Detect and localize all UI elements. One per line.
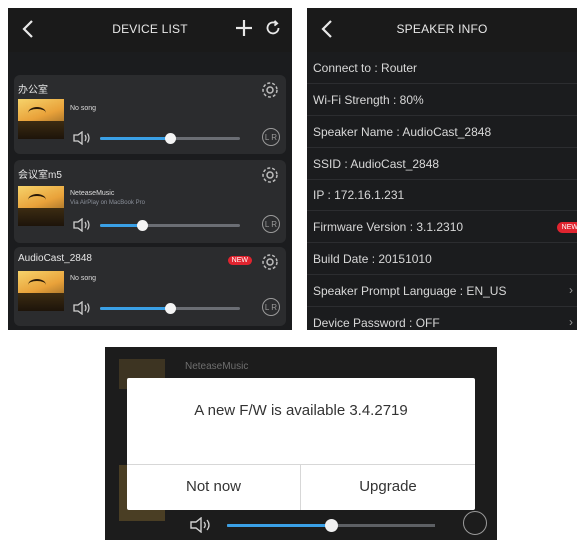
device-name: 办公室 [18,85,48,96]
album-art [18,186,64,226]
firmware-dialog-screen: NeteaseMusic A new F/W is available 3.4.… [105,347,497,540]
not-now-button[interactable]: Not now [127,465,301,510]
background-song-title: NeteaseMusic [185,361,249,372]
gear-icon[interactable] [260,252,280,277]
device-card[interactable]: AudioCast_2848 NEW No song L R [14,247,286,326]
volume-knob[interactable] [325,519,338,532]
info-row-firmware[interactable]: Firmware Version : 3.1.2310 [313,220,463,234]
song-title: No song [70,105,97,112]
speaker-icon[interactable] [72,217,92,237]
refresh-icon[interactable] [264,19,282,42]
song-title: NeteaseMusic [70,190,115,197]
chevron-right-icon[interactable]: › [569,283,573,297]
add-device-icon[interactable] [234,18,254,43]
speaker-info-title: SPEAKER INFO [396,22,488,36]
device-card[interactable]: 会议室m5 NeteaseMusic Via AirPlay on MacBoo… [14,160,286,243]
speaker-icon[interactable] [72,300,92,320]
device-name: AudioCast_2848 [18,253,92,264]
new-firmware-badge[interactable]: NEW [556,222,577,233]
device-card[interactable]: 办公室 No song L R [14,75,286,154]
channel-lr-button[interactable]: L R [262,128,280,146]
device-name: 会议室m5 [18,170,62,181]
info-row-speaker-name[interactable]: Speaker Name : AudioCast_2848 [313,125,491,139]
device-list-header: DEVICE LIST [8,8,292,52]
volume-slider[interactable] [227,519,435,532]
speaker-icon[interactable] [189,516,213,538]
info-row-connection: Connect to : Router [313,61,418,75]
volume-slider[interactable] [100,220,240,231]
dialog-message: A new F/W is available 3.4.2719 [194,402,408,419]
channel-lr-button[interactable]: L R [262,215,280,233]
info-row-build-date: Build Date : 20151010 [313,252,432,266]
volume-knob[interactable] [165,133,176,144]
song-title: No song [70,275,97,282]
volume-slider[interactable] [100,303,240,314]
gear-icon[interactable] [260,80,280,105]
channel-lr-button[interactable] [463,511,487,535]
speaker-info-screen: SPEAKER INFO Connect to : Router Wi-Fi S… [307,8,577,330]
info-row-ip: IP : 172.16.1.231 [313,188,405,202]
playback-source: Via AirPlay on MacBook Pro [70,200,145,206]
device-list-screen: DEVICE LIST 办公室 No song L R 会议室m5 Neteas… [8,8,292,330]
speaker-icon[interactable] [72,130,92,150]
firmware-update-dialog: A new F/W is available 3.4.2719 Not now … [127,378,475,510]
volume-knob[interactable] [165,303,176,314]
album-art [18,99,64,139]
gear-icon[interactable] [260,165,280,190]
upgrade-button[interactable]: Upgrade [301,465,475,510]
channel-lr-button[interactable]: L R [262,298,280,316]
volume-knob[interactable] [137,220,148,231]
info-row-ssid: SSID : AudioCast_2848 [313,157,440,171]
info-row-wifi-strength: Wi-Fi Strength : 80% [313,93,424,107]
info-row-prompt-language[interactable]: Speaker Prompt Language : EN_US [313,284,506,298]
info-row-device-password[interactable]: Device Password : OFF [313,316,440,330]
album-art [18,271,64,311]
volume-slider[interactable] [100,133,240,144]
new-badge: NEW [227,256,252,265]
speaker-info-header: SPEAKER INFO [307,8,577,52]
chevron-right-icon[interactable]: › [569,315,573,329]
